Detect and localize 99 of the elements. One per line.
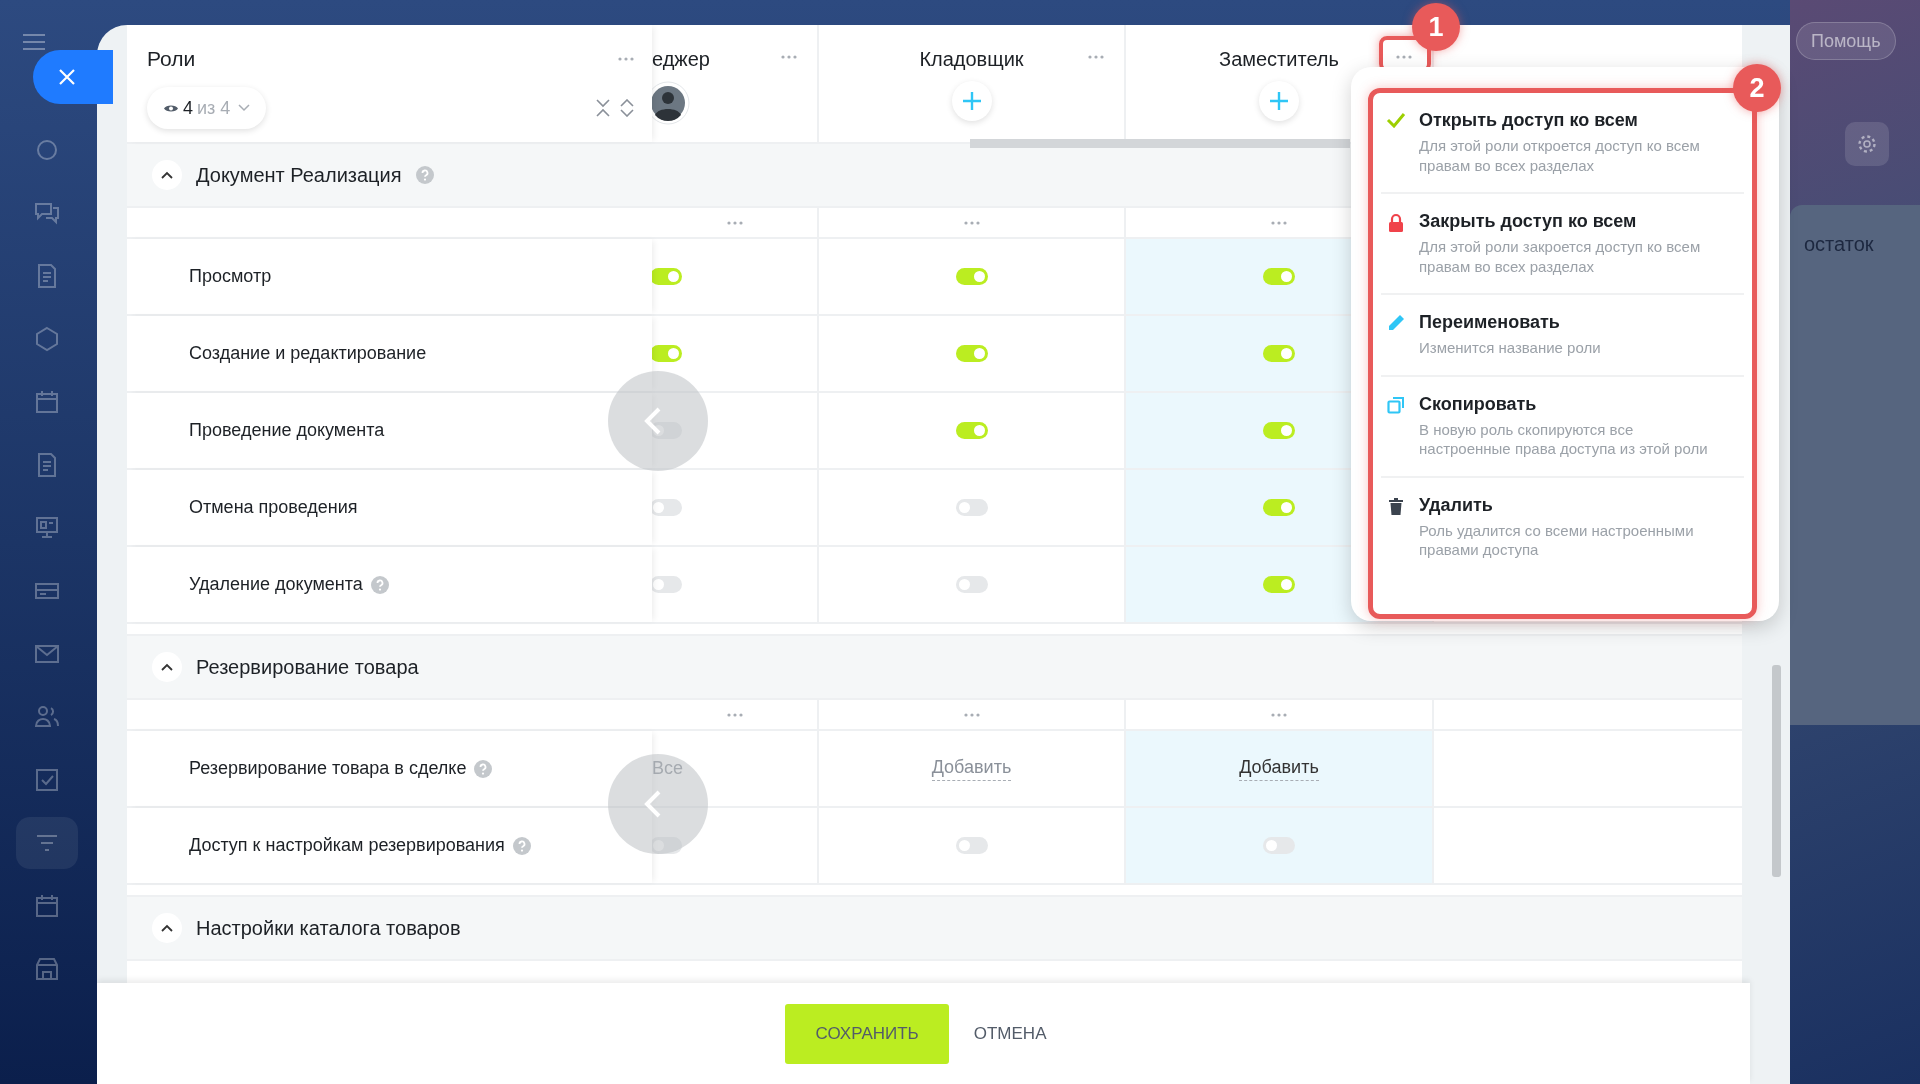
menu-item[interactable]: Удалить Роль удалится со всеми настроенными правами доступа — [1381, 477, 1744, 577]
menu-item-title: Открыть доступ ко всем — [1419, 110, 1639, 131]
nav-icon[interactable] — [34, 704, 60, 730]
toggle-switch[interactable] — [955, 345, 988, 362]
permission-label: Просмотр — [189, 266, 272, 287]
card-text: остаток — [1804, 233, 1874, 255]
plus-icon — [961, 91, 982, 111]
menu-item[interactable]: Закрыть доступ ко всем Для этой роли закроется доступ ко всем правам во всех разделах — [1381, 194, 1744, 295]
toggle-switch[interactable] — [1263, 422, 1295, 439]
role-name: Заместитель — [1219, 47, 1339, 71]
toggle-switch[interactable] — [1263, 837, 1295, 854]
collapse-all-icon[interactable] — [596, 99, 610, 117]
caret-icon — [238, 104, 251, 112]
menu-item-description: Изменится название роли — [1419, 338, 1601, 358]
help-icon[interactable] — [415, 166, 434, 184]
toggle-switch[interactable] — [1263, 268, 1295, 285]
toggle-switch[interactable] — [955, 499, 988, 516]
permission-label: Резервирование товара в сделке — [189, 758, 467, 779]
expand-all-icon[interactable] — [620, 99, 634, 117]
section-title: Документ Реализация — [196, 163, 402, 187]
help-icon[interactable] — [512, 836, 531, 855]
step-badge: 1 — [1412, 3, 1460, 51]
permission-label: Проведение документа — [189, 420, 385, 441]
more-icon[interactable] — [1396, 55, 1412, 59]
roles-title: Роли — [147, 47, 196, 71]
nav-icon[interactable] — [34, 200, 60, 226]
add-button[interactable] — [951, 81, 992, 121]
nav-icon[interactable] — [34, 956, 60, 982]
settings-button[interactable] — [1845, 122, 1889, 166]
close-button[interactable] — [33, 50, 113, 104]
nav-icon[interactable] — [34, 389, 60, 415]
add-button[interactable] — [1259, 81, 1299, 121]
add-link[interactable]: Добавить — [1239, 756, 1319, 781]
chevron-icon — [161, 924, 173, 932]
toggle-switch[interactable] — [652, 499, 682, 516]
nav-icon[interactable] — [34, 326, 60, 352]
copy-icon — [1387, 395, 1405, 414]
check-icon — [1386, 112, 1406, 128]
collapse-button[interactable] — [152, 160, 182, 190]
horizontal-scrollbar[interactable] — [970, 139, 1350, 148]
role-name: еджер — [652, 47, 710, 71]
toggle-switch[interactable] — [652, 837, 682, 854]
toggle-switch[interactable] — [955, 268, 988, 285]
menu-icon[interactable] — [22, 34, 45, 50]
plus-icon — [1269, 91, 1289, 111]
permission-label: Доступ к настройкам резервирования — [189, 835, 505, 856]
toggle-switch[interactable] — [652, 268, 682, 285]
chevron-icon — [161, 663, 173, 671]
nav-icon[interactable] — [34, 893, 60, 919]
visibility-filter[interactable]: 4 из 4 — [147, 87, 267, 129]
toggle-switch[interactable] — [1263, 499, 1295, 516]
menu-item-title: Удалить — [1419, 494, 1494, 516]
chevron-icon — [161, 171, 173, 179]
more-icon[interactable] — [963, 712, 980, 717]
nav-icon[interactable] — [34, 137, 60, 163]
trash-icon — [1389, 496, 1403, 515]
nav-icon[interactable] — [34, 767, 60, 793]
close-icon — [58, 68, 76, 86]
toggle-switch[interactable] — [652, 576, 682, 593]
section-title: Резервирование товара — [196, 655, 419, 679]
more-icon[interactable] — [618, 57, 634, 61]
more-icon[interactable] — [781, 55, 797, 59]
cancel-button[interactable]: ОТМЕНА — [958, 1003, 1062, 1064]
more-icon[interactable] — [1271, 220, 1287, 225]
toggle-switch[interactable] — [1263, 576, 1295, 593]
collapse-button[interactable] — [152, 652, 182, 682]
save-button[interactable]: СОХРАНИТЬ — [785, 1003, 949, 1064]
toggle-switch[interactable] — [652, 345, 682, 362]
toggle-switch[interactable] — [955, 837, 988, 854]
permission-label: Отмена проведения — [189, 497, 358, 518]
menu-item-title: Скопировать — [1419, 393, 1538, 415]
more-icon[interactable] — [1088, 55, 1104, 59]
help-icon[interactable] — [370, 575, 389, 594]
collapse-button[interactable] — [152, 913, 182, 943]
menu-item-title: Переименовать — [1419, 312, 1561, 333]
lock-icon — [1388, 213, 1404, 233]
menu-item-title: Закрыть доступ ко всем — [1419, 211, 1638, 232]
toggle-switch[interactable] — [1263, 345, 1295, 362]
toggle-switch[interactable] — [955, 422, 988, 439]
permission-label: Удаление документа — [189, 574, 363, 595]
menu-item-description: Для этой роли откроется доступ ко всем правам во всех разделах — [1419, 136, 1701, 175]
menu-item-description: Для этой роли закроется доступ ко всем правам во всех разделах — [1419, 237, 1702, 276]
toggle-switch[interactable] — [652, 422, 682, 439]
menu-item[interactable]: Скопировать В новую роль скопируются все настроенные права доступа из этой роли — [1381, 376, 1744, 478]
vertical-scrollbar[interactable] — [1772, 665, 1781, 877]
menu-item[interactable]: Переименовать Изменится название роли — [1381, 295, 1744, 377]
permission-label: Создание и редактирование — [189, 343, 427, 364]
more-icon[interactable] — [963, 220, 980, 225]
more-icon[interactable] — [726, 712, 743, 717]
more-icon[interactable] — [726, 220, 743, 225]
menu-item-description: В новую роль скопируются все настроенные права доступа из этой роли — [1419, 419, 1709, 459]
nav-icon[interactable] — [34, 515, 60, 541]
settings-icon — [1857, 134, 1877, 154]
toggle-switch[interactable] — [955, 576, 988, 593]
role-name: Кладовщик — [919, 47, 1024, 71]
section-title: Настройки каталога товаров — [196, 916, 461, 940]
more-icon[interactable] — [1271, 712, 1287, 717]
menu-item-description: Роль удалится со всеми настроенными правами доступа — [1419, 520, 1695, 560]
help-icon[interactable] — [474, 759, 493, 778]
